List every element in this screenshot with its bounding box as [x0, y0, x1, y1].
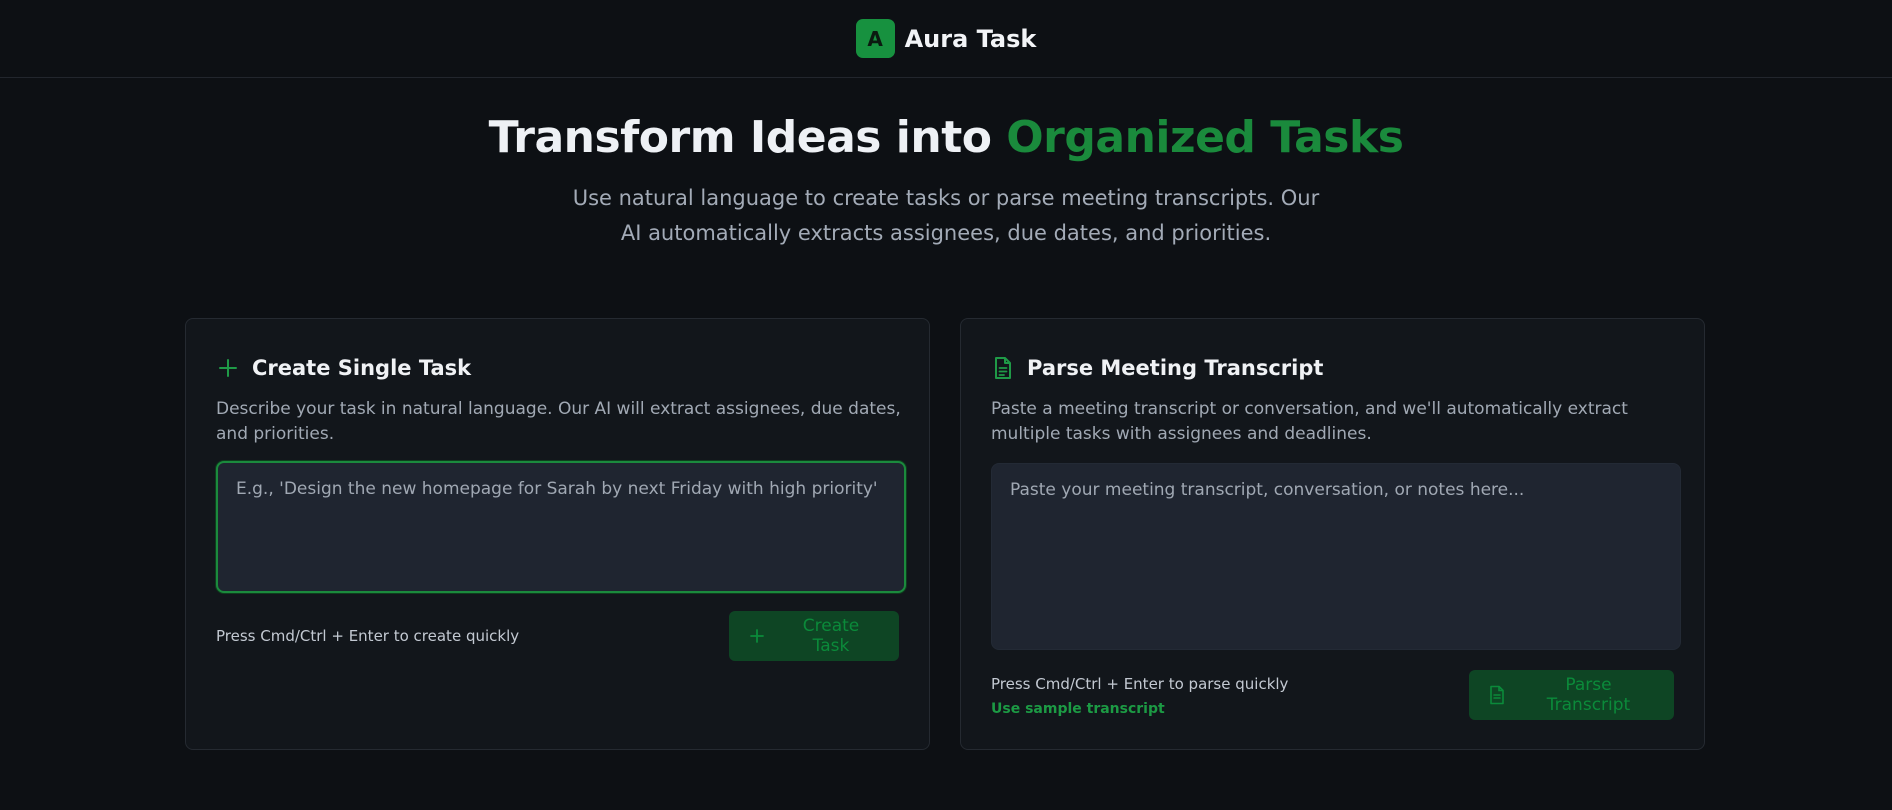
plus-icon — [749, 628, 765, 644]
create-single-task-card: Create Single Task Describe your task in… — [185, 318, 930, 750]
card-description: Paste a meeting transcript or conversati… — [991, 399, 1628, 444]
parse-transcript-button[interactable]: Parse Transcript — [1469, 670, 1674, 720]
parse-transcript-label: Parse Transcript — [1546, 675, 1631, 715]
plus-icon — [216, 356, 240, 380]
hero-title-accent: Organized Tasks — [1006, 112, 1404, 163]
task-input[interactable] — [216, 461, 906, 593]
shortcut-hint: Press Cmd/Ctrl + Enter to parse quickly — [991, 674, 1289, 693]
top-bar: A Aura Task — [0, 0, 1892, 78]
document-icon — [991, 356, 1015, 380]
card-title: Create Single Task — [252, 356, 472, 380]
card-footer: Press Cmd/Ctrl + Enter to parse quickly … — [991, 670, 1674, 720]
card-description: Describe your task in natural language. … — [216, 399, 901, 444]
hero-title: Transform Ideas into Organized Tasks — [0, 112, 1892, 163]
app-title[interactable]: Aura Task — [905, 25, 1037, 53]
create-task-label: Create Task — [802, 616, 860, 656]
parse-transcript-card: Parse Meeting Transcript Paste a meeting… — [960, 318, 1705, 750]
logo-letter: A — [867, 26, 883, 51]
hero-section: Transform Ideas into Organized Tasks Use… — [0, 112, 1892, 251]
hero-title-main: Transform Ideas into — [488, 112, 1007, 163]
app-logo[interactable]: A — [855, 19, 895, 58]
hero-subtitle: Use natural language to create tasks or … — [572, 186, 1320, 245]
sample-transcript-link[interactable]: Use sample transcript — [991, 701, 1288, 717]
card-title: Parse Meeting Transcript — [1027, 356, 1324, 380]
transcript-input[interactable] — [991, 463, 1681, 650]
card-header: Create Single Task — [216, 353, 899, 383]
create-task-button[interactable]: Create Task — [729, 611, 899, 661]
shortcut-hint: Press Cmd/Ctrl + Enter to create quickly — [216, 627, 520, 645]
card-footer: Press Cmd/Ctrl + Enter to create quickly… — [216, 611, 899, 661]
footer-left: Press Cmd/Ctrl + Enter to parse quickly … — [991, 674, 1288, 717]
card-header: Parse Meeting Transcript — [991, 353, 1674, 383]
document-icon — [1489, 685, 1505, 705]
